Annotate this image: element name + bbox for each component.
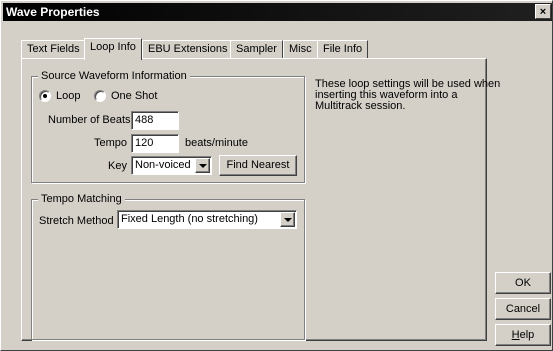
key-select[interactable]: Non-voiced xyxy=(131,156,212,175)
loop-settings-note: These loop settings will be used when in… xyxy=(315,78,501,112)
one-shot-radio-label: One Shot xyxy=(111,90,158,102)
beats-input[interactable]: 488 xyxy=(131,111,179,130)
tempo-label: Tempo xyxy=(94,137,128,149)
window-title: Wave Properties xyxy=(6,5,100,19)
loop-radio[interactable] xyxy=(39,90,51,102)
tab-file-info[interactable]: File Info xyxy=(317,40,369,59)
close-button[interactable]: × xyxy=(535,4,551,19)
close-icon: × xyxy=(539,6,547,18)
radio-selected-dot xyxy=(43,94,47,98)
tempo-matching-group-title: Tempo Matching xyxy=(38,193,125,206)
wave-properties-dialog: Wave Properties × Text Fields Loop Info … xyxy=(0,0,553,351)
find-nearest-button[interactable]: Find Nearest xyxy=(219,155,297,176)
loop-radio-label: Loop xyxy=(56,90,81,102)
tab-misc[interactable]: Misc xyxy=(283,40,318,59)
stretch-method-value: Fixed Length (no stretching) xyxy=(121,213,258,225)
help-mnemonic: H xyxy=(511,329,520,341)
tab-ebu-extensions[interactable]: EBU Extensions xyxy=(142,40,234,59)
cancel-button[interactable]: Cancel xyxy=(495,298,551,320)
tempo-unit-label: beats/minute xyxy=(185,137,248,149)
tempo-input[interactable]: 120 xyxy=(131,134,179,153)
tab-sampler[interactable]: Sampler xyxy=(230,40,283,59)
source-waveform-group-title: Source Waveform Information xyxy=(38,70,190,83)
ok-button[interactable]: OK xyxy=(495,272,551,294)
chevron-down-icon[interactable] xyxy=(280,212,295,227)
one-shot-radio[interactable] xyxy=(94,90,106,102)
title-bar[interactable]: Wave Properties × xyxy=(3,3,552,21)
chevron-down-icon[interactable] xyxy=(195,158,210,173)
key-label: Key xyxy=(108,160,127,172)
stretch-method-label: Stretch Method xyxy=(39,215,114,227)
help-label: elp xyxy=(519,329,535,341)
tab-loop-info[interactable]: Loop Info xyxy=(84,38,142,60)
tab-text-fields[interactable]: Text Fields xyxy=(21,40,86,59)
help-button[interactable]: Help xyxy=(495,324,551,346)
stretch-method-select[interactable]: Fixed Length (no stretching) xyxy=(117,210,297,229)
key-select-value: Non-voiced xyxy=(135,159,191,171)
beats-label: Number of Beats xyxy=(48,114,131,126)
